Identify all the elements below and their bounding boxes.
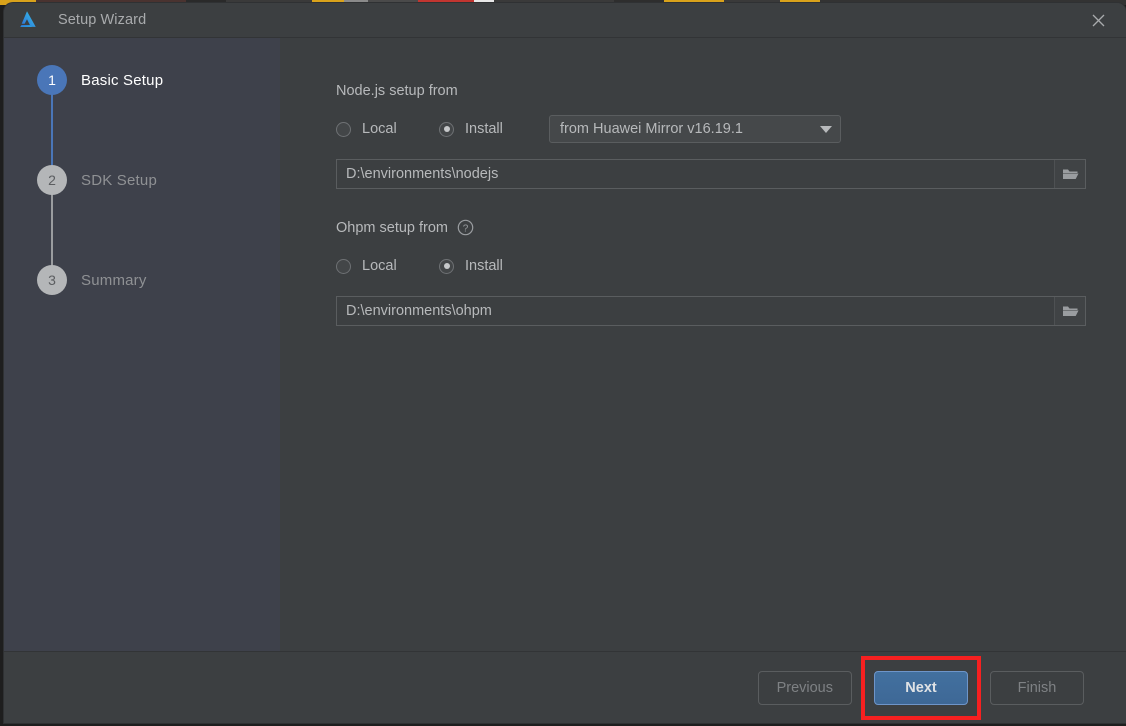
nodejs-path-value: D:\environments\nodejs [346,166,499,182]
step-label: Summary [81,271,147,289]
ohpm-source-radio-group: Local Install [336,252,1086,280]
folder-open-icon [1062,169,1078,179]
ohpm-browse-button[interactable] [1054,297,1085,325]
ohpm-install-radio[interactable]: Install [439,258,549,274]
radio-circle-icon [336,121,351,137]
previous-button[interactable]: Previous [757,670,852,705]
next-button-wrapper: Next [861,655,981,720]
next-button[interactable]: Next [874,670,968,705]
nodejs-install-radio[interactable]: Install [439,121,549,137]
nodejs-install-label: Install [465,121,503,137]
dialog-footer: Previous Next Finish [4,652,1126,723]
step-number-badge: 2 [37,165,67,195]
sidebar-step-sdk-setup[interactable]: 2 SDK Setup [4,163,280,197]
ohpm-section-title-text: Ohpm setup from [336,219,449,236]
radio-circle-icon [439,258,454,274]
nodejs-setup-section: Node.js setup from Local Install from Hu… [336,83,1086,189]
step-connector-1-2 [51,90,53,170]
nodejs-source-radio-group: Local Install from Huawei Mirror v16.19.… [336,115,1086,143]
folder-open-icon [1062,306,1078,316]
finish-button[interactable]: Finish [990,670,1084,705]
nodejs-section-title-text: Node.js setup from [336,83,458,99]
setup-wizard-window: Setup Wizard 1 Basic Setup 2 SDK Setup 3… [4,3,1126,723]
ohpm-path-value: D:\environments\ohpm [346,303,492,319]
chevron-down-icon [820,125,832,133]
svg-text:?: ? [463,223,469,234]
close-x-icon [1092,14,1104,26]
nodejs-local-radio[interactable]: Local [336,121,439,137]
sidebar-step-basic-setup[interactable]: 1 Basic Setup [4,63,280,97]
window-title-bar: Setup Wizard [4,3,1126,38]
nodejs-mirror-value: from Huawei Mirror v16.19.1 [560,121,743,137]
wizard-steps-sidebar: 1 Basic Setup 2 SDK Setup 3 Summary [4,38,280,651]
ohpm-setup-section: Ohpm setup from ? Local Install D:\envir… [336,219,1086,326]
step-number-badge: 3 [37,265,67,295]
close-window-button[interactable] [1070,3,1126,37]
ohpm-local-radio[interactable]: Local [336,258,439,274]
ohpm-local-label: Local [362,258,397,274]
nodejs-path-field[interactable]: D:\environments\nodejs [336,159,1086,189]
ohpm-section-title: Ohpm setup from ? [336,219,1086,236]
sidebar-step-summary[interactable]: 3 Summary [4,263,280,297]
ohpm-install-label: Install [465,258,503,274]
window-title: Setup Wizard [58,12,147,28]
dialog-body: 1 Basic Setup 2 SDK Setup 3 Summary Node… [4,38,1126,652]
nodejs-mirror-select[interactable]: from Huawei Mirror v16.19.1 [549,115,841,143]
nodejs-section-title: Node.js setup from [336,83,1086,99]
step-connector-2-3 [51,190,53,270]
wizard-content-pane: Node.js setup from Local Install from Hu… [280,38,1126,651]
ohpm-path-field[interactable]: D:\environments\ohpm [336,296,1086,326]
question-circle-icon[interactable]: ? [457,219,474,236]
step-label: Basic Setup [81,71,164,89]
radio-circle-icon [439,121,454,137]
step-number-badge: 1 [37,65,67,95]
nodejs-browse-button[interactable] [1054,160,1085,188]
deveco-triangle-logo-icon [20,11,36,27]
radio-circle-icon [336,258,351,274]
step-label: SDK Setup [81,171,158,189]
nodejs-local-label: Local [362,121,397,137]
